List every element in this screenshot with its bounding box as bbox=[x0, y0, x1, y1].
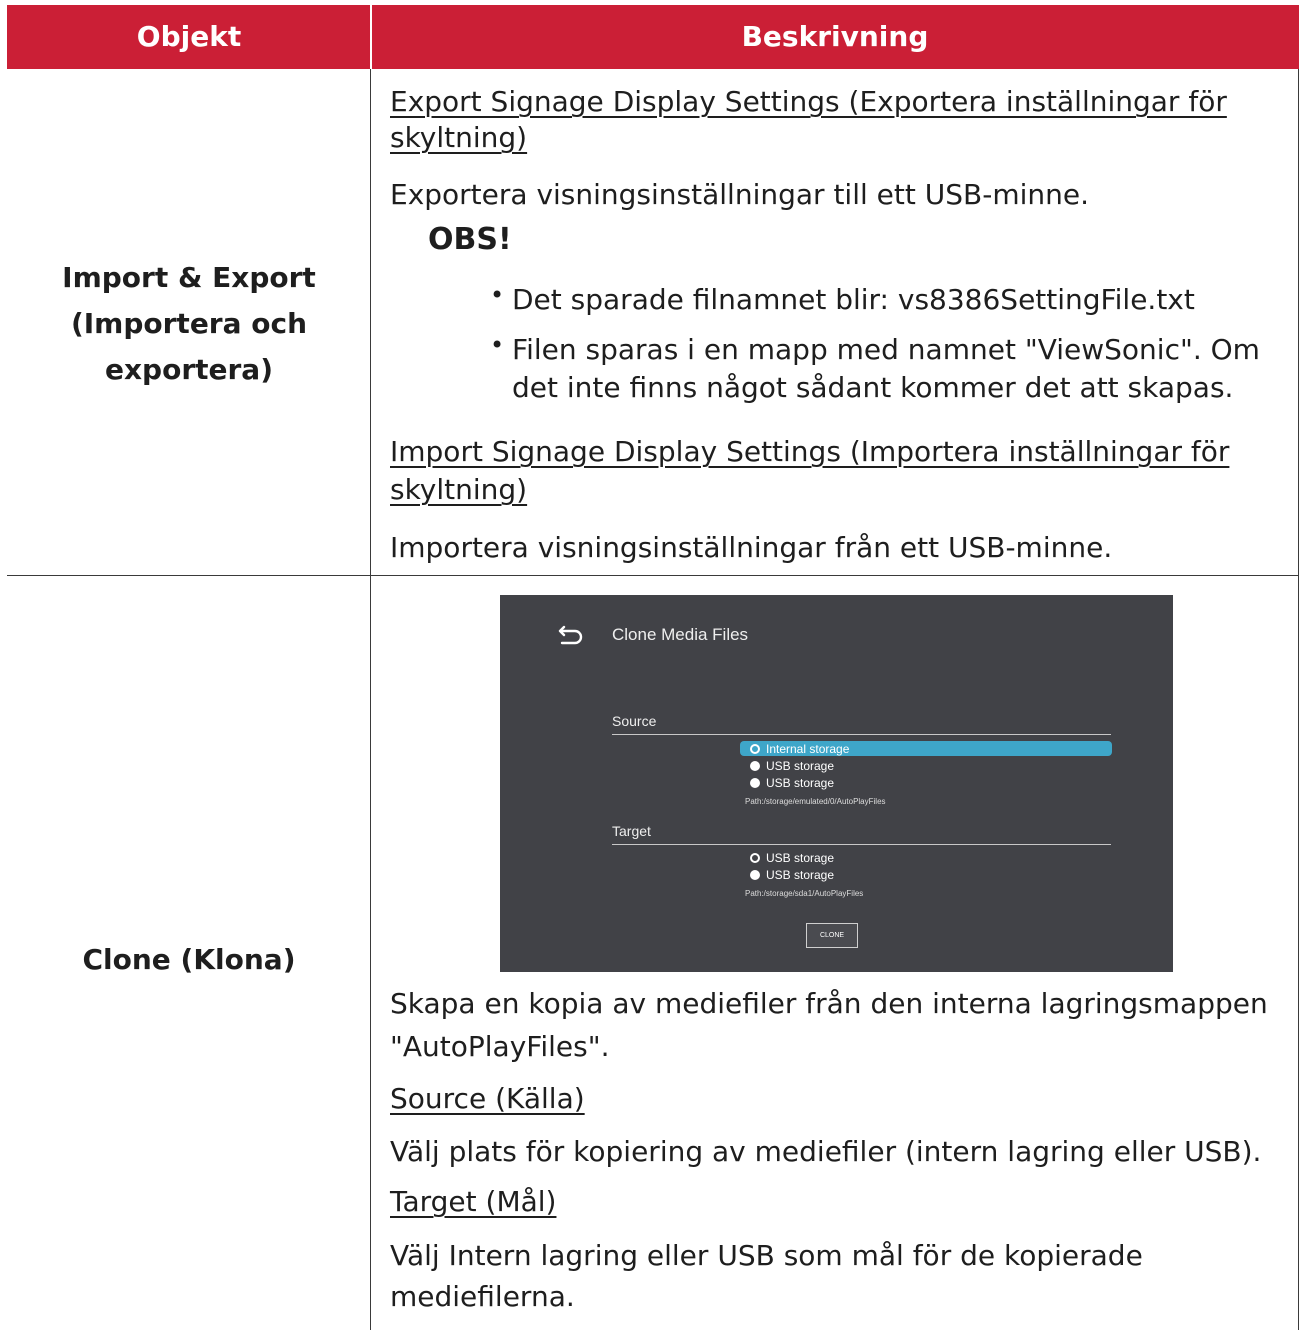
label-line: (Importera och bbox=[70, 307, 308, 340]
radio-icon bbox=[750, 870, 760, 880]
source-title: Source (Källa) bbox=[390, 1082, 585, 1115]
import-title: Import Signage Display Settings (Importe… bbox=[390, 435, 1230, 468]
back-arrow-icon bbox=[558, 625, 583, 645]
target-option-usb-2[interactable]: USB storage bbox=[750, 868, 834, 882]
row-label-import-export: Import & Export (Importera och exportera… bbox=[7, 255, 371, 393]
source-path: Path:/storage/emulated/0/AutoPlayFiles bbox=[745, 797, 886, 806]
option-label: USB storage bbox=[766, 759, 835, 773]
radio-selected-icon bbox=[750, 853, 760, 863]
target-path: Path:/storage/sda1/AutoPlayFiles bbox=[745, 889, 864, 898]
bullet-item-cont: det inte finns något sådant kommer det a… bbox=[512, 371, 1234, 404]
target-description-cont: mediefilerna. bbox=[390, 1280, 575, 1313]
option-label: USB storage bbox=[766, 851, 835, 865]
target-divider bbox=[612, 844, 1111, 845]
row-divider bbox=[7, 575, 1299, 576]
radio-selected-icon bbox=[750, 744, 760, 754]
import-description: Importera visningsinställningar från ett… bbox=[390, 531, 1113, 564]
note-label: OBS! bbox=[428, 222, 512, 257]
clone-button[interactable]: CLONE bbox=[806, 923, 858, 948]
target-description: Välj Intern lagring eller USB som mål fö… bbox=[390, 1239, 1143, 1272]
option-label: USB storage bbox=[766, 776, 835, 790]
option-label: USB storage bbox=[766, 868, 835, 882]
clone-description: Skapa en kopia av mediefiler från den in… bbox=[390, 987, 1268, 1020]
source-divider bbox=[612, 734, 1111, 735]
bullet-icon: • bbox=[490, 281, 505, 309]
import-title-cont: skyltning) bbox=[390, 473, 528, 506]
bullet-item: Filen sparas i en mapp med namnet "ViewS… bbox=[512, 333, 1260, 366]
target-option-usb[interactable]: USB storage bbox=[750, 851, 834, 865]
clone-media-screenshot: Clone Media Files Source Internal storag… bbox=[500, 595, 1173, 972]
header-objekt: Objekt bbox=[136, 20, 242, 53]
screen-title: Clone Media Files bbox=[612, 625, 749, 644]
source-option-internal[interactable]: Internal storage bbox=[750, 742, 849, 756]
source-label: Source bbox=[612, 713, 657, 729]
clone-description-cont: "AutoPlayFiles". bbox=[390, 1030, 610, 1063]
radio-icon bbox=[750, 761, 760, 771]
source-option-usb[interactable]: USB storage bbox=[750, 759, 834, 773]
label-line: exportera) bbox=[104, 353, 273, 386]
row-label-clone: Clone (Klona) bbox=[82, 943, 296, 976]
target-title: Target (Mål) bbox=[390, 1185, 557, 1218]
source-description: Välj plats för kopiering av mediefiler (… bbox=[390, 1135, 1262, 1168]
bullet-item: Det sparade filnamnet blir: vs8386Settin… bbox=[512, 283, 1195, 316]
target-label: Target bbox=[612, 823, 651, 839]
table-header: Objekt Beskrivning bbox=[7, 5, 1299, 69]
export-title-cont: skyltning) bbox=[390, 121, 528, 154]
source-option-usb-2[interactable]: USB storage bbox=[750, 776, 834, 790]
export-description: Exportera visningsinställningar till ett… bbox=[390, 178, 1090, 211]
header-beskrivning: Beskrivning bbox=[741, 20, 929, 53]
option-label: Internal storage bbox=[766, 742, 850, 756]
radio-icon bbox=[750, 778, 760, 788]
label-line: Import & Export bbox=[62, 261, 316, 294]
bullet-icon: • bbox=[490, 331, 505, 359]
